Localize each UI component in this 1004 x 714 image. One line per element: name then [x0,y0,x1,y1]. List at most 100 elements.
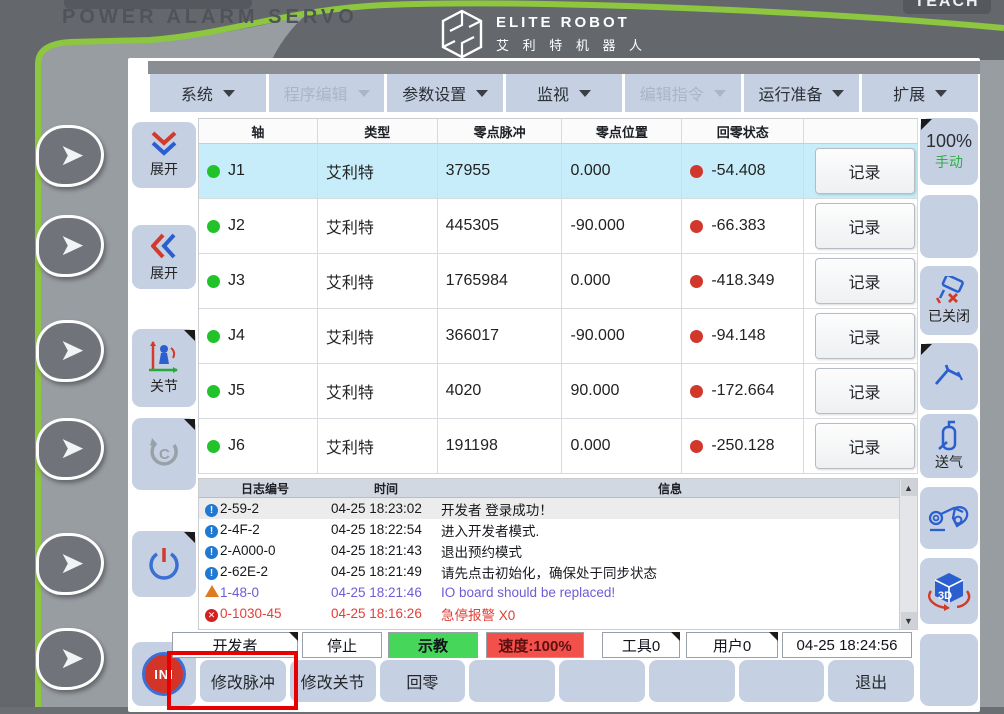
view-3d-button[interactable]: 3D [920,558,978,624]
status-speed[interactable]: 速度:100% [486,632,584,658]
cycle-icon: C [150,438,178,466]
fn-empty-button[interactable] [559,660,645,702]
status-run-state[interactable]: 停止 [302,632,382,658]
menu-extend[interactable]: 扩展 [862,74,979,112]
joint-mode-button[interactable]: 关节 [132,329,196,407]
log-entry[interactable]: ! 2-4F-2 04-25 18:22:54 进入开发者模式. [199,519,899,540]
brand-name-en: ELITE ROBOT [496,14,630,31]
record-button-j5[interactable]: 记录 [814,368,915,414]
table-row-j4[interactable]: J4 艾利特 366017 -90.000 -94.148 记录 [199,309,918,364]
record-button-j4[interactable]: 记录 [814,313,915,359]
robot-arm-button[interactable] [920,487,978,549]
speed-mode-button[interactable]: 100% 手动 [920,118,978,185]
right-empty-button-2[interactable] [920,634,978,706]
status-user-frame[interactable]: 用户0 [686,632,778,658]
expand-left-button[interactable]: 展开 [132,225,196,289]
fn-home-button[interactable]: 回零 [379,660,466,702]
menu-bar: 系统 程序编辑 参数设置 监视 编辑指令 运行准备 扩展 [150,74,979,112]
corner-marker [184,532,195,543]
fn-empty-button[interactable] [648,660,735,702]
chevron-down-icon [935,89,948,97]
svg-text:C: C [159,446,170,463]
table-row-j2[interactable]: J2 艾利特 445305 -90.000 -66.383 记录 [199,199,918,254]
info-icon: ! [203,501,220,517]
record-button-j2[interactable]: 记录 [814,203,915,249]
warning-icon [203,585,220,600]
col-header-record [804,119,918,143]
log-entry[interactable]: ✕ 0-1030-45 04-25 18:16:26 急停报警 X0 [199,603,899,624]
right-empty-button-1[interactable] [920,195,978,258]
menu-system[interactable]: 系统 [150,74,266,112]
teach-tab: TEACH [903,0,991,14]
menu-run-prepare[interactable]: 运行准备 [743,74,860,112]
menu-parameter-settings[interactable]: 参数设置 [387,74,504,112]
log-entry[interactable]: ! 2-62E-2 04-25 18:21:49 请先点击初始化，确保处于同步状… [199,561,899,582]
record-button-j3[interactable]: 记录 [814,258,915,304]
screen-top-strip [148,61,980,74]
log-panel: 日志编号 时间 信息 ! 2-59-2 04-25 18:23:02 开发者 登… [198,478,918,630]
log-col-time: 时间 [373,481,398,496]
brand-logo: ELITE ROBOT 艾 利 特 机 器 人 [440,9,647,59]
double-chevron-down-icon [151,131,177,156]
status-datetime: 04-25 18:24:56 [782,632,912,658]
menu-program-edit: 程序编辑 [268,74,385,112]
log-scrollbar[interactable]: ▲ ▼ [899,479,917,629]
highlight-rectangle [167,651,298,710]
home-status-dot [690,329,704,343]
corner-marker [289,632,298,641]
fn-modify-joint-button[interactable]: 修改关节 [289,660,376,702]
home-status-dot [690,384,704,398]
record-button-j6[interactable]: 记录 [814,423,915,469]
status-tool[interactable]: 工具0 [602,632,680,658]
touch-screen: 系统 程序编辑 参数设置 监视 编辑指令 运行准备 扩展 展开 展开 关节 C … [128,58,980,712]
joint-table: 轴 类型 零点脉冲 零点位置 回零状态 J1 艾利特 37955 0.000 -… [198,118,918,474]
table-row-j3[interactable]: J3 艾利特 1765984 0.000 -418.349 记录 [199,254,918,309]
log-col-id: 日志编号 [240,481,289,496]
axis-status-dot [207,274,220,288]
fn-empty-button[interactable] [738,660,825,702]
log-entry[interactable]: 1-48-0 04-25 18:21:46 IO board should be… [199,582,899,603]
tool-closed-button[interactable]: 已关闭 [920,266,978,335]
arrow-icon: ➤ [59,229,85,262]
col-header-type: 类型 [318,119,438,143]
robot-arm-icon [928,506,969,532]
axis-status-dot [207,384,220,398]
teach-label: TEACH [914,0,980,10]
expand-down-button[interactable]: 展开 [132,122,196,188]
table-row-j5[interactable]: J5 艾利特 4020 90.000 -172.664 记录 [199,364,918,419]
indicator-labels: POWER ALARM SERVO [62,6,358,28]
status-teach-mode[interactable]: 示教 [388,632,478,658]
info-icon: ! [203,543,220,559]
col-header-zero-position: 零点位置 [562,119,683,143]
col-header-zero-pulse: 零点脉冲 [438,119,563,143]
table-row-j6[interactable]: J6 艾利特 191198 0.000 -250.128 记录 [199,419,918,474]
corner-marker [921,344,932,355]
record-button-j1[interactable]: 记录 [814,148,915,194]
log-col-message: 信息 [658,481,683,496]
corner-marker [769,632,778,641]
log-header: 日志编号 时间 信息 [199,479,900,498]
air-supply-button[interactable]: 送气 [920,414,978,478]
arrow-icon: ➤ [59,547,85,580]
log-rows: ! 2-59-2 04-25 18:23:02 开发者 登录成功！ ! 2-4F… [199,498,900,629]
table-row-j1[interactable]: J1 艾利特 37955 0.000 -54.408 记录 [199,144,918,199]
fn-exit-button[interactable]: 退出 [828,660,914,702]
log-entry[interactable]: ! 2-A000-0 04-25 18:21:43 退出预约模式 [199,540,899,561]
arrow-icon: ➤ [59,334,85,367]
scroll-down-icon[interactable]: ▼ [900,612,917,629]
torch-tool-button[interactable] [920,343,978,410]
info-icon: ! [203,522,220,538]
corner-marker [921,119,932,130]
fn-empty-button[interactable] [469,660,555,702]
info-icon: ! [203,564,220,580]
axis-status-dot [207,439,220,453]
menu-monitor[interactable]: 监视 [506,74,622,112]
power-button[interactable] [132,531,196,597]
chevron-down-icon [357,89,370,97]
scroll-up-icon[interactable]: ▲ [900,479,917,496]
menu-edit-command: 编辑指令 [624,74,741,112]
log-entry[interactable]: ! 2-59-2 04-25 18:23:02 开发者 登录成功！ [199,498,900,519]
home-status-dot [690,219,704,233]
corner-marker [184,330,195,341]
corner-marker [671,632,680,641]
